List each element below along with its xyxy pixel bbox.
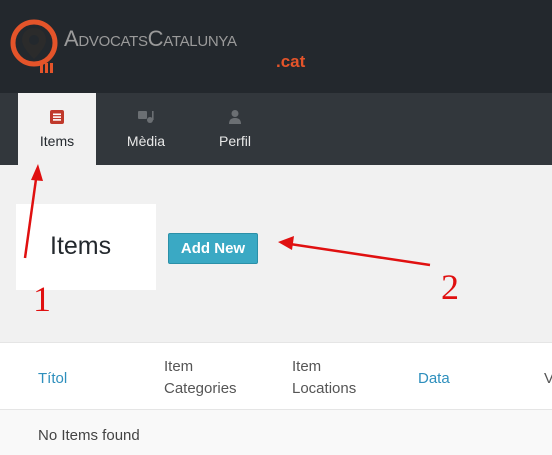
items-icon (50, 108, 64, 126)
column-titol[interactable]: Títol (38, 368, 67, 390)
tab-bar: Items Mèdia Perfil (0, 93, 552, 165)
add-new-button[interactable]: Add New (168, 233, 258, 264)
table-body: No Items found (0, 410, 552, 455)
tab-perfil[interactable]: Perfil (196, 93, 274, 165)
column-v: V (544, 370, 552, 387)
location-pin-icon (10, 19, 58, 73)
annotation-marker-1: 1 (33, 279, 51, 319)
column-item-locations: Item Locations (292, 356, 392, 400)
brand-name: AdvocatsCatalunya (64, 26, 237, 51)
user-icon (228, 108, 242, 126)
page-title: Items (50, 232, 112, 260)
column-item-locations-line2: Locations (292, 380, 357, 397)
tab-media[interactable]: Mèdia (107, 93, 185, 165)
column-data[interactable]: Data (418, 368, 450, 390)
media-icon (137, 108, 155, 126)
annotation-marker-2: 2 (441, 267, 459, 307)
column-item-categories-line2: Categories (164, 380, 237, 397)
column-item-categories-line1: Item (164, 358, 194, 375)
empty-message: No Items found (38, 427, 140, 444)
table-header: Títol Item Categories Item Locations Dat… (0, 342, 552, 410)
tab-items-label: Items (39, 133, 75, 149)
column-item-categories: Item Categories (164, 356, 264, 400)
tab-perfil-label: Perfil (219, 133, 251, 149)
header-bar: AdvocatsCatalunya .cat (0, 0, 552, 93)
tab-media-label: Mèdia (126, 133, 166, 149)
column-item-locations-line1: Item (292, 358, 322, 375)
tab-items[interactable]: Items (18, 93, 96, 165)
brand-tld: .cat (276, 52, 306, 71)
arrow-2 (278, 236, 431, 267)
